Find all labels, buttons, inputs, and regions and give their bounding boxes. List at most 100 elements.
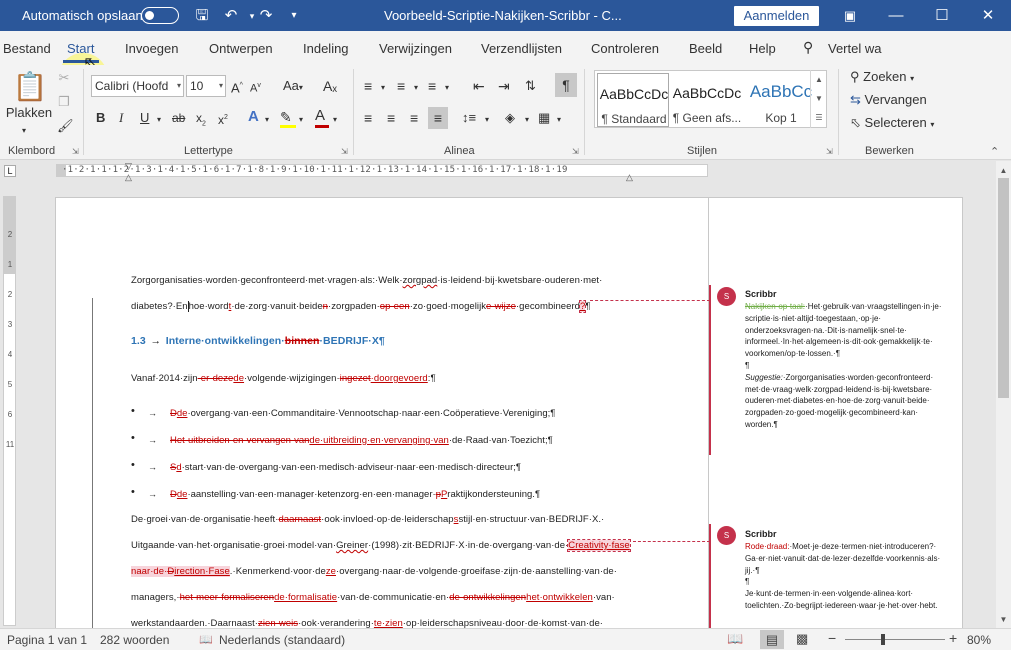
print-layout-icon[interactable]: ▤ [760, 630, 784, 649]
shading-dropdown-icon[interactable]: ▾ [525, 111, 529, 129]
tab-indeling[interactable]: Indeling [303, 41, 349, 56]
superscript-icon[interactable]: x2 [218, 109, 228, 129]
style-kop-1[interactable]: AaBbCc Kop 1 [745, 73, 817, 127]
shrink-font-icon[interactable]: Av [250, 77, 261, 98]
scroll-up-icon[interactable]: ▲ [996, 163, 1011, 178]
tab-help[interactable]: Help [749, 41, 776, 56]
stijlen-launcher-icon[interactable]: ⇲ [826, 147, 833, 156]
signin-button[interactable]: Aanmelden [734, 6, 819, 26]
numbering-dropdown-icon[interactable]: ▾ [414, 79, 418, 97]
tab-beeld[interactable]: Beeld [689, 41, 722, 56]
clear-formatting-icon[interactable]: Aₓ [323, 77, 337, 95]
autosave-toggle[interactable] [141, 7, 179, 24]
highlight-icon[interactable]: ✎ [280, 108, 296, 128]
undo-icon[interactable]: ↶ [221, 6, 241, 26]
grow-font-icon[interactable]: A^ [231, 77, 243, 97]
read-mode-icon[interactable]: 📖 [727, 631, 743, 647]
bullet-tab-arrow: → [148, 435, 157, 445]
zoom-slider-thumb[interactable] [881, 634, 885, 645]
paste-icon[interactable]: 📋 [12, 69, 48, 105]
copy-icon[interactable]: ❐ [57, 93, 71, 111]
close-icon[interactable]: ✕ [965, 0, 1011, 31]
web-layout-icon[interactable]: ▩ [796, 631, 808, 647]
tab-selector-icon[interactable]: L [4, 165, 16, 177]
style-gallery-scroll[interactable]: ▲ ▼ ☰ [810, 70, 827, 128]
underline-dropdown-icon[interactable]: ▾ [157, 111, 161, 129]
replace-button[interactable]: ⇆ Vervangen [850, 91, 927, 109]
find-button[interactable]: ⚲ Zoeken ▾ [850, 68, 914, 88]
zoom-in-icon[interactable]: + [949, 630, 957, 646]
bold-icon[interactable]: B [96, 109, 105, 127]
font-name-combo[interactable]: Calibri (Hoofd ▾ [91, 75, 184, 97]
lettertype-launcher-icon[interactable]: ⇲ [341, 147, 348, 156]
customize-qat-icon[interactable]: ▾ [284, 6, 304, 26]
tab-ontwerpen[interactable]: Ontwerpen [209, 41, 273, 56]
klembord-launcher-icon[interactable]: ⇲ [72, 147, 79, 156]
multilevel-list-icon[interactable]: ≡ [428, 77, 436, 95]
scroll-down-icon[interactable]: ▼ [996, 612, 1011, 627]
redo-icon[interactable]: ↷ [256, 6, 276, 26]
style-geen-afstand[interactable]: AaBbCcDc ¶ Geen afs... [671, 73, 743, 127]
select-button[interactable]: ⬁ Selecteren ▾ [850, 114, 934, 134]
first-line-indent-icon[interactable]: ▽ [125, 161, 132, 172]
highlight-dropdown-icon[interactable]: ▾ [299, 111, 303, 129]
borders-icon[interactable]: ▦ [538, 109, 550, 127]
align-left-icon[interactable]: ≡ [364, 109, 372, 127]
shading-icon[interactable]: ◈ [505, 109, 515, 127]
font-size-combo[interactable]: 10 ▾ [186, 75, 226, 97]
subscript-icon[interactable]: x2 [196, 109, 206, 133]
zoom-slider[interactable] [845, 639, 945, 640]
maximize-icon[interactable]: ☐ [919, 0, 965, 31]
line-spacing-dropdown-icon[interactable]: ▾ [485, 111, 489, 129]
comment-body[interactable]: Rode·draad:·Moet·je·deze·termen·niet·int… [745, 541, 960, 612]
right-indent-icon[interactable]: △ [626, 172, 633, 183]
text-effects-icon[interactable]: A [248, 108, 259, 126]
sort-icon[interactable]: ⇅ [525, 77, 536, 95]
line-spacing-icon[interactable]: ↕≡ [462, 109, 476, 127]
increase-indent-icon[interactable]: ⇥ [498, 77, 510, 95]
tell-me-input[interactable]: Vertel wa [828, 41, 881, 56]
scrollbar-thumb[interactable] [998, 178, 1009, 398]
change-case-icon[interactable]: Aa▾ [283, 77, 303, 97]
bullets-icon[interactable]: ≡ [364, 77, 372, 95]
style-standaard[interactable]: AaBbCcDc ¶ Standaard [597, 73, 669, 127]
borders-dropdown-icon[interactable]: ▾ [557, 111, 561, 129]
comment-body[interactable]: Nakijken·op·taal:·Het·gebruik·van·vraags… [745, 301, 960, 431]
ribbon-display-icon[interactable]: ▣ [827, 0, 873, 31]
cut-icon[interactable]: ✂ [57, 69, 71, 87]
tab-verwijzingen[interactable]: Verwijzingen [379, 41, 452, 56]
italic-icon[interactable]: I [119, 109, 123, 127]
hanging-indent-icon[interactable]: △ [125, 172, 132, 183]
font-color-icon[interactable]: A [315, 107, 329, 128]
align-center-icon[interactable]: ≡ [387, 109, 395, 127]
word-count[interactable]: 282 woorden [100, 633, 169, 647]
bullets-dropdown-icon[interactable]: ▾ [381, 79, 385, 97]
save-icon[interactable]: 🖫 [192, 6, 212, 26]
tab-verzendlijsten[interactable]: Verzendlijsten [481, 41, 562, 56]
minimize-icon[interactable]: — [873, 0, 919, 31]
show-marks-icon[interactable]: ¶ [555, 73, 577, 97]
tab-invoegen[interactable]: Invoegen [125, 41, 179, 56]
alinea-launcher-icon[interactable]: ⇲ [572, 147, 579, 156]
multilevel-dropdown-icon[interactable]: ▾ [445, 79, 449, 97]
align-right-icon[interactable]: ≡ [410, 109, 418, 127]
numbering-icon[interactable]: ≡ [397, 77, 405, 95]
horizontal-ruler[interactable]: L ·1·2·1·1·1·2·1·3·1·4·1·5·1·6·1·7·1·8·1… [0, 161, 996, 183]
tab-controleren[interactable]: Controleren [591, 41, 659, 56]
collapse-ribbon-icon[interactable]: ⌃ [990, 145, 999, 158]
proofing-icon[interactable]: 📖 [199, 633, 213, 646]
paste-dropdown-icon[interactable]: ▾ [22, 122, 26, 140]
justify-icon[interactable]: ≡ [428, 107, 448, 129]
strikethrough-icon[interactable]: ab [172, 109, 185, 127]
text-effects-dropdown-icon[interactable]: ▾ [265, 111, 269, 129]
underline-icon[interactable]: U [140, 109, 149, 127]
page-count[interactable]: Pagina 1 van 1 [7, 633, 87, 647]
decrease-indent-icon[interactable]: ⇤ [473, 77, 485, 95]
language-status[interactable]: Nederlands (standaard) [219, 633, 345, 647]
zoom-out-icon[interactable]: − [828, 630, 836, 646]
paste-button-label[interactable]: Plakken [3, 104, 55, 122]
format-painter-icon[interactable]: 🖌 [57, 117, 74, 135]
zoom-level[interactable]: 80% [967, 633, 991, 647]
font-color-dropdown-icon[interactable]: ▾ [333, 111, 337, 129]
tab-bestand[interactable]: Bestand [3, 41, 51, 56]
